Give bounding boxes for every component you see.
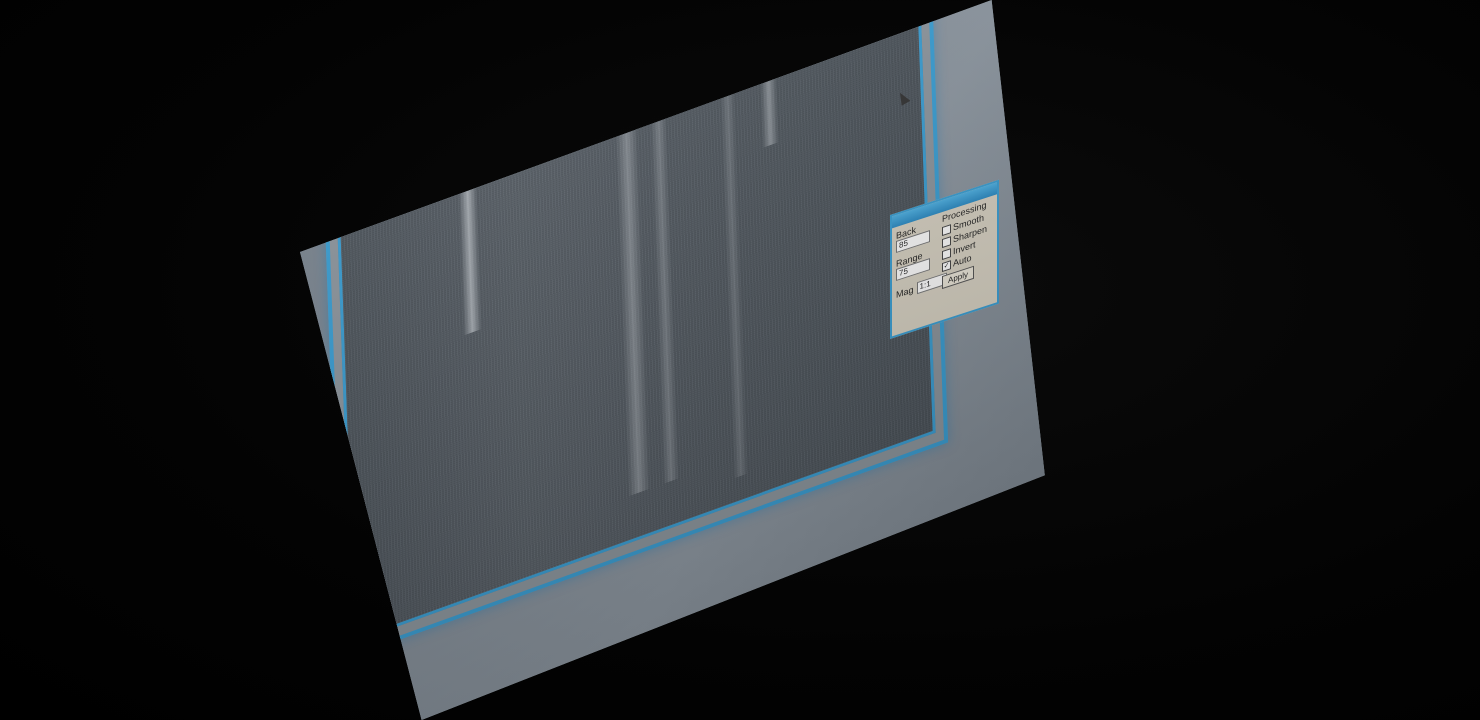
signal-streak: [757, 0, 779, 148]
menu-edit[interactable]: Edit: [359, 86, 377, 103]
menu-run[interactable]: Run: [454, 52, 473, 69]
checkmark-icon[interactable]: ✓: [942, 259, 951, 272]
mag-label: Mag: [896, 284, 914, 301]
menu-setup[interactable]: Setup: [418, 62, 445, 82]
menu-view[interactable]: View: [386, 75, 408, 94]
menu-tools[interactable]: Tools: [482, 40, 506, 59]
checkbox-box[interactable]: [942, 235, 951, 248]
checkbox-box[interactable]: [942, 247, 951, 260]
menu-file[interactable]: File: [333, 96, 349, 113]
signal-streak: [648, 63, 680, 484]
monitor-screen: _ □ ✕ File Edit View Setup Run Tools Win…: [300, 0, 1045, 720]
checkbox-box[interactable]: [942, 223, 951, 236]
signal-streak: [717, 18, 748, 479]
menu-window[interactable]: Window: [516, 23, 552, 47]
signal-streak: [458, 180, 482, 336]
signal-streak: [614, 93, 651, 497]
menu-help[interactable]: Help: [561, 12, 582, 30]
